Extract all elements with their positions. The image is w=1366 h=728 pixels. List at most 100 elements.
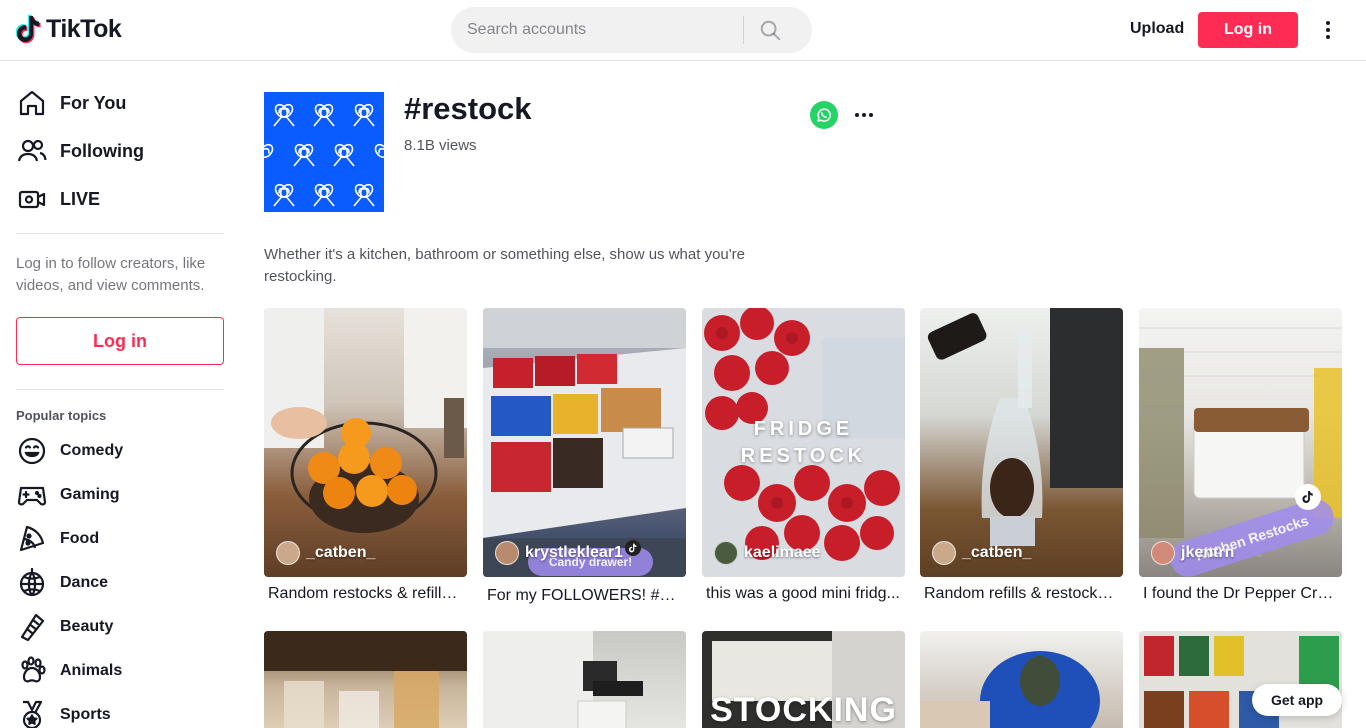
topic-label: Dance: [60, 574, 109, 591]
video-card[interactable]: [920, 631, 1123, 728]
hashtag-title: #restock: [404, 91, 532, 126]
video-card[interactable]: FRIDGE RESTOCK kaelimaee this was a good…: [702, 308, 905, 603]
whisk-pattern-icon: [264, 101, 384, 210]
sidebar-item-following[interactable]: Following: [16, 127, 240, 175]
topic-label: Gaming: [60, 486, 120, 503]
tiktok-logo[interactable]: TikTok: [16, 14, 122, 44]
whatsapp-icon: [817, 108, 831, 122]
topic-dance[interactable]: Dance: [16, 561, 240, 605]
whatsapp-share-button[interactable]: [810, 101, 838, 129]
dance-icon: [19, 567, 45, 597]
author-name: jkentrn: [1181, 544, 1235, 561]
video-thumbnail[interactable]: _catben_: [920, 308, 1123, 577]
video-caption[interactable]: this was a good mini fridg...: [702, 585, 905, 603]
glove-bottle-image: [920, 651, 1100, 728]
video-thumbnail[interactable]: FRIDGE RESTOCK kaelimaee: [702, 308, 905, 577]
gaming-icon: [17, 486, 47, 506]
popular-topics-title: Popular topics: [16, 408, 107, 423]
search-button[interactable]: [744, 7, 796, 53]
animals-icon: [21, 656, 46, 683]
video-card[interactable]: Candy drawer! krystleklear1 For my FOLLO…: [483, 308, 686, 605]
topic-gaming[interactable]: Gaming: [16, 473, 240, 517]
sidebar-item-label: LIVE: [60, 188, 101, 209]
login-button-header[interactable]: Log in: [1198, 12, 1298, 48]
video-thumbnail[interactable]: [264, 631, 467, 728]
pepper-grinder-image: [927, 308, 1123, 546]
topic-label: Animals: [60, 662, 123, 679]
video-thumbnail[interactable]: [920, 631, 1123, 728]
sidebar-item-live[interactable]: LIVE: [16, 175, 240, 223]
search-bar: [451, 7, 812, 53]
topic-label: Sports: [60, 706, 111, 723]
sidebar-item-label: For You: [60, 92, 127, 113]
video-card[interactable]: [264, 631, 467, 728]
hashtag-description: Whether it's a kitchen, bathroom or some…: [264, 246, 745, 285]
author-name: _catben_: [306, 544, 376, 561]
more-options-icon[interactable]: [1316, 16, 1340, 44]
avatar: [495, 541, 519, 565]
tiktok-badge-icon: [1295, 484, 1321, 510]
video-caption[interactable]: I found the Dr Pepper Cre...: [1139, 585, 1342, 603]
avatar: [1151, 541, 1175, 565]
topic-label: Food: [60, 530, 100, 547]
orange-basket-image: [264, 308, 467, 533]
video-card[interactable]: STOCKING: [702, 631, 905, 728]
comedy-icon: [18, 437, 46, 465]
video-author[interactable]: kaelimaee: [714, 541, 821, 565]
pantry-jars-image: [264, 631, 467, 728]
video-thumbnail[interactable]: Candy drawer! krystleklear1: [483, 308, 686, 577]
hashtag-cover-image: [264, 92, 384, 212]
video-overlay-text: STOCKING: [710, 691, 897, 728]
topic-sports[interactable]: Sports: [16, 693, 240, 728]
login-button-sidebar[interactable]: Log in: [16, 317, 224, 365]
beauty-icon: [20, 613, 45, 642]
video-thumbnail[interactable]: _catben_: [264, 308, 467, 577]
sidebar-item-for-you[interactable]: For You: [16, 79, 240, 127]
video-thumbnail[interactable]: Kitchen Restocks jkentrn: [1139, 308, 1342, 577]
video-author[interactable]: _catben_: [276, 541, 375, 565]
upload-button[interactable]: Upload: [1118, 12, 1196, 46]
login-prompt-text: Log in to follow creators, like videos, …: [16, 255, 206, 294]
video-author[interactable]: jkentrn: [1151, 541, 1234, 565]
author-name: kaelimaee: [744, 544, 821, 561]
video-card[interactable]: Kitchen Restocks jkentrn I found the Dr …: [1139, 308, 1342, 603]
video-thumbnail[interactable]: [483, 631, 686, 728]
video-card[interactable]: [483, 631, 686, 728]
video-author[interactable]: krystleklear1: [495, 541, 623, 565]
candy-drawer-image: [483, 308, 686, 577]
video-caption[interactable]: Random refills & restocks ...: [920, 585, 1123, 603]
sidebar: For You Following LIVE Log in to follow …: [0, 61, 240, 728]
topic-comedy[interactable]: Comedy: [16, 429, 240, 473]
live-icon: [18, 190, 46, 209]
top-header: TikTok Upload Log in: [0, 0, 1366, 61]
spray-bottle-image: [483, 631, 643, 728]
avatar: [276, 541, 300, 565]
topic-label: Beauty: [60, 618, 114, 635]
sidebar-item-label: Following: [60, 140, 144, 161]
avatar: [714, 541, 738, 565]
hashtag-views: 8.1B views: [404, 137, 477, 154]
more-share-options-icon[interactable]: [850, 101, 878, 129]
tiktok-logo-icon: [16, 14, 41, 44]
sidebar-divider: [16, 389, 224, 390]
logo-text: TikTok: [46, 14, 122, 43]
video-caption[interactable]: For my FOLLOWERS! #▯ #...: [483, 585, 686, 605]
topic-beauty[interactable]: Beauty: [16, 605, 240, 649]
video-card[interactable]: _catben_ Random refills & restocks ...: [920, 308, 1123, 603]
sidebar-divider: [16, 233, 224, 234]
get-app-button[interactable]: Get app: [1252, 684, 1342, 716]
video-thumbnail[interactable]: STOCKING: [702, 631, 905, 728]
author-name: _catben_: [962, 544, 1032, 561]
topic-animals[interactable]: Animals: [16, 649, 240, 693]
topic-food[interactable]: Food: [16, 517, 240, 561]
search-input[interactable]: [451, 7, 743, 53]
food-icon: [19, 525, 45, 552]
home-icon: [19, 90, 45, 116]
video-card[interactable]: _catben_ Random restocks & refills ...: [264, 308, 467, 603]
main-content: #restock 8.1B views Whether it's a kitch…: [264, 61, 1366, 728]
video-author[interactable]: _catben_: [932, 541, 1031, 565]
video-caption[interactable]: Random restocks & refills ...: [264, 585, 467, 603]
video-overlay-text: FRIDGE RESTOCK: [740, 418, 867, 467]
sports-icon: [22, 700, 43, 728]
tiktok-badge-icon: [625, 540, 641, 556]
